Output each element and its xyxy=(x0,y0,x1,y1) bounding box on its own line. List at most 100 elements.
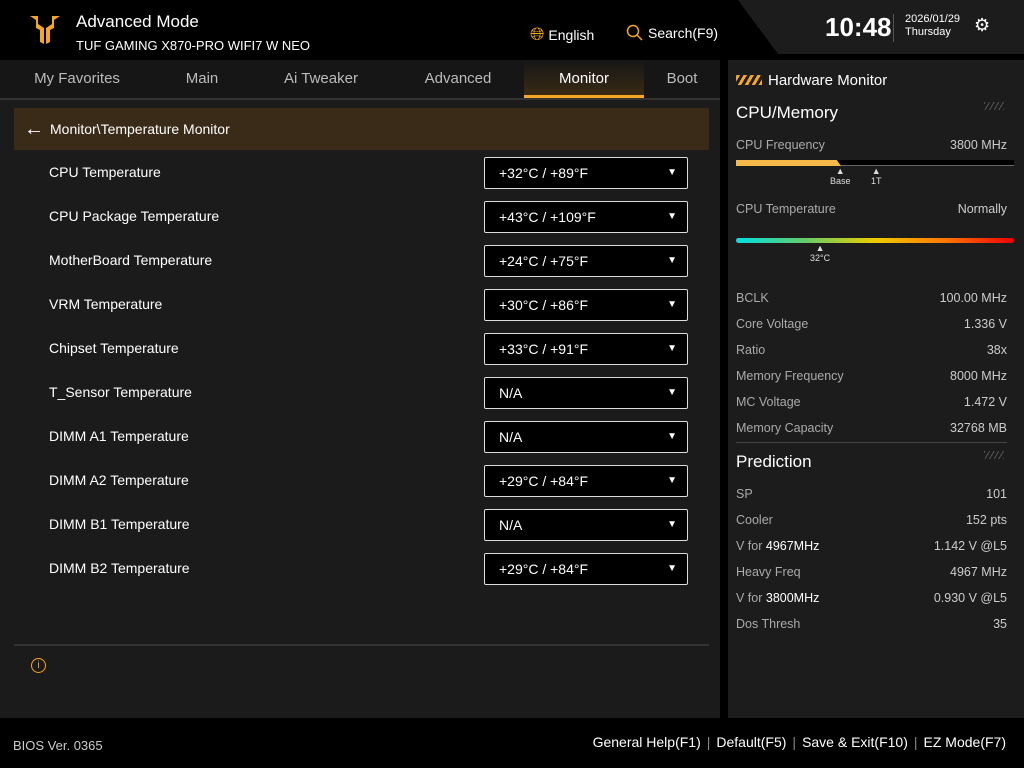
tab-ai-tweaker[interactable]: Ai Tweaker xyxy=(250,60,392,98)
temperature-dropdown[interactable]: +29°C / +84°F ▼ xyxy=(484,465,688,497)
value: Normally xyxy=(957,202,1007,216)
row-label: VRM Temperature xyxy=(49,296,163,312)
tab-my-favorites[interactable]: My Favorites xyxy=(0,60,154,98)
tick-label: 32°C xyxy=(810,253,831,263)
default-button[interactable]: Default(F5) xyxy=(716,734,786,750)
row-label: DIMM B1 Temperature xyxy=(49,516,190,532)
search-icon xyxy=(626,24,643,41)
tab-advanced[interactable]: Advanced xyxy=(392,60,524,98)
value: 38x xyxy=(986,343,1007,357)
temperature-dropdown[interactable]: +29°C / +84°F ▼ xyxy=(484,553,688,585)
tab-monitor[interactable]: Monitor xyxy=(524,60,644,98)
cpu-temperature: CPU Temperature Normally xyxy=(736,202,1007,216)
breadcrumb[interactable]: ← Monitor\Temperature Monitor xyxy=(14,108,709,150)
ez-mode-button[interactable]: EZ Mode(F7) xyxy=(924,734,1006,750)
divider xyxy=(736,442,1007,443)
tick-label: 1T xyxy=(871,176,882,186)
label-freq: 4967MHz xyxy=(765,539,820,553)
temperature-dropdown[interactable]: +24°C / +75°F ▼ xyxy=(484,245,688,277)
label: V for xyxy=(736,539,766,553)
value: 35 xyxy=(993,617,1007,631)
back-arrow-icon[interactable]: ← xyxy=(24,118,44,141)
language-label: English xyxy=(548,26,595,43)
temperature-dropdown[interactable]: +33°C / +91°F ▼ xyxy=(484,333,688,365)
main-panel: ← Monitor\Temperature Monitor CPU Tempera… xyxy=(0,98,720,718)
stripes-icon xyxy=(984,102,1004,110)
hw-item: Ratio 38x xyxy=(736,343,1007,357)
value: 32768 MB xyxy=(950,421,1007,435)
tuf-logo-icon xyxy=(30,16,60,44)
value: 8000 MHz xyxy=(950,369,1007,383)
board-model: TUF GAMING X870-PRO WIFI7 W NEO xyxy=(76,38,311,53)
settings-gear-icon[interactable]: ⚙ xyxy=(974,15,990,36)
temperature-dropdown[interactable]: N/A ▼ xyxy=(484,509,688,541)
dropdown-arrow-icon: ▼ xyxy=(667,431,677,442)
tab-main[interactable]: Main xyxy=(154,60,250,98)
save-exit-button[interactable]: Save & Exit(F10) xyxy=(802,734,908,750)
dropdown-value: N/A xyxy=(499,385,523,401)
footer: BIOS Ver. 0365 General Help(F1) | Default… xyxy=(0,718,1024,768)
search-button[interactable]: Search(F9) xyxy=(626,24,718,42)
temperature-row: VRM Temperature +30°C / +86°F ▼ xyxy=(49,289,689,321)
label: Memory Frequency xyxy=(736,369,844,383)
separator: | xyxy=(913,734,918,750)
temperature-row: DIMM A1 Temperature N/A ▼ xyxy=(49,421,689,453)
label: BCLK xyxy=(736,291,769,305)
date: 2026/01/29 Thursday xyxy=(905,13,960,39)
dropdown-arrow-icon: ▼ xyxy=(667,343,677,354)
separator: | xyxy=(792,734,797,750)
temperature-dropdown[interactable]: +43°C / +109°F ▼ xyxy=(484,201,688,233)
label: CPU Temperature xyxy=(736,202,836,216)
temperature-row: T_Sensor Temperature N/A ▼ xyxy=(49,377,689,409)
value: 1.142 V @L5 xyxy=(933,539,1007,553)
temperature-row: CPU Package Temperature +43°C / +109°F ▼ xyxy=(49,201,689,233)
value: 3800 MHz xyxy=(950,138,1007,152)
tab-boot[interactable]: Boot xyxy=(644,60,720,98)
search-label: Search(F9) xyxy=(648,25,719,41)
row-label: CPU Package Temperature xyxy=(49,208,220,224)
value: 152 pts xyxy=(965,513,1007,527)
value: 1.336 V xyxy=(963,317,1007,331)
prediction-item: V for 4967MHz 1.142 V @L5 xyxy=(736,539,1007,553)
temperature-dropdown[interactable]: +30°C / +86°F ▼ xyxy=(484,289,688,321)
row-label: DIMM A1 Temperature xyxy=(49,428,189,444)
hardware-monitor-panel: Hardware Monitor CPU/Memory CPU Frequenc… xyxy=(728,60,1024,718)
clock: 10:48 xyxy=(825,12,892,42)
temperature-dropdown[interactable]: N/A ▼ xyxy=(484,377,688,409)
page-title: Advanced Mode xyxy=(76,12,199,31)
label: MC Voltage xyxy=(736,395,801,409)
temperature-row: CPU Temperature +32°C / +89°F ▼ xyxy=(49,157,689,189)
value: 4967 MHz xyxy=(950,565,1007,579)
label: Dos Thresh xyxy=(736,617,801,631)
value: 101 xyxy=(986,487,1007,501)
hw-item: MC Voltage 1.472 V xyxy=(736,395,1007,409)
dropdown-value: +24°C / +75°F xyxy=(499,253,589,269)
temperature-row: Chipset Temperature +33°C / +91°F ▼ xyxy=(49,333,689,365)
row-label: Chipset Temperature xyxy=(49,340,179,356)
prediction-item: Dos Thresh 35 xyxy=(736,617,1007,631)
prediction-item: Heavy Freq 4967 MHz xyxy=(736,565,1007,579)
dropdown-value: +30°C / +86°F xyxy=(499,297,589,313)
temperature-row: DIMM B2 Temperature +29°C / +84°F ▼ xyxy=(49,553,689,585)
temperature-row: MotherBoard Temperature +24°C / +75°F ▼ xyxy=(49,245,689,277)
dropdown-arrow-icon: ▼ xyxy=(667,387,677,398)
temperature-dropdown[interactable]: +32°C / +89°F ▼ xyxy=(484,157,688,189)
general-help-button[interactable]: General Help(F1) xyxy=(593,734,701,750)
row-label: CPU Temperature xyxy=(49,164,161,180)
dropdown-value: N/A xyxy=(499,429,523,445)
language-button[interactable]: 🌐︎ English xyxy=(530,24,594,45)
dropdown-value: N/A xyxy=(499,517,523,533)
dropdown-value: +29°C / +84°F xyxy=(499,473,589,489)
dropdown-value: +32°C / +89°F xyxy=(499,165,589,181)
dropdown-arrow-icon: ▼ xyxy=(667,475,677,486)
separator: | xyxy=(706,734,711,750)
temp-marker: ▲ 32°C xyxy=(810,243,831,263)
dropdown-arrow-icon: ▼ xyxy=(667,211,677,222)
info-icon[interactable]: i xyxy=(31,658,46,673)
prediction-item: V for 3800MHz 0.930 V @L5 xyxy=(736,591,1007,605)
temperature-row: DIMM A2 Temperature +29°C / +84°F ▼ xyxy=(49,465,689,497)
dropdown-value: +43°C / +109°F xyxy=(499,209,596,225)
hw-item: Core Voltage 1.336 V xyxy=(736,317,1007,331)
temperature-dropdown[interactable]: N/A ▼ xyxy=(484,421,688,453)
hw-item: Memory Frequency 8000 MHz xyxy=(736,369,1007,383)
